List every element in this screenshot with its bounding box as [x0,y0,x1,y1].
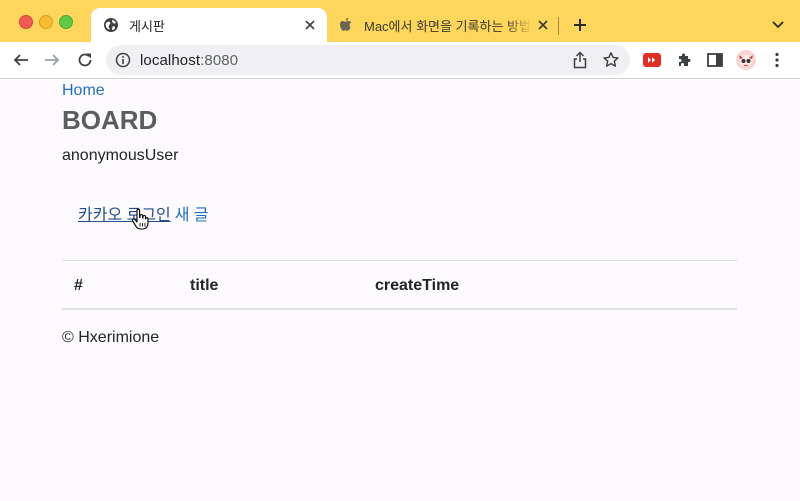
bookmark-star-icon[interactable] [602,51,620,69]
page-content: Home BOARD anonymousUser 카카오 로그인 새 글 # ti… [0,79,800,501]
column-header-number: # [74,277,83,294]
kakao-login-link[interactable]: 카카오 로그인 [78,207,171,224]
hand-cursor-icon [132,208,149,230]
url-text: localhost:8080 [140,52,238,69]
side-panel-icon[interactable] [705,50,725,70]
tab-search-button[interactable] [766,13,790,37]
tab-strip: 게시판 Mac에서 화면을 기록하는 방법 - Apple 지원 [0,0,800,42]
chevron-down-icon [772,21,784,29]
tab-title: 게시판 [129,18,165,34]
url-port: :8080 [200,52,239,69]
forward-button[interactable] [38,46,66,74]
info-icon[interactable] [115,52,131,68]
back-button[interactable] [7,46,35,74]
reload-icon [78,53,92,67]
close-tab-icon[interactable] [532,14,554,36]
tab-title: Mac에서 화면을 기록하는 방법 - Apple 지원 [364,18,532,34]
page-title: BOARD [62,105,158,135]
youtube-extension-icon[interactable] [642,50,662,70]
close-window-button[interactable] [19,15,33,29]
extensions-puzzle-icon[interactable] [674,50,694,70]
browser-toolbar: localhost:8080 [0,42,800,79]
column-header-create-time: createTime [375,277,460,294]
column-header-title: title [190,277,219,294]
footer-copyright: © Hxerimione [62,329,160,346]
minimize-window-button[interactable] [39,15,53,29]
arrow-right-icon [45,54,60,66]
board-table: # title createTime [62,260,737,310]
arrow-left-icon [13,54,28,66]
current-user: anonymousUser [62,147,179,164]
new-tab-button[interactable] [568,13,592,37]
address-bar[interactable]: localhost:8080 [106,45,630,75]
tab-separator [558,17,559,35]
globe-icon [103,17,119,33]
tab-apple-support[interactable]: Mac에서 화면을 기록하는 방법 - Apple 지원 [328,8,560,42]
menu-kebab-icon[interactable] [767,50,787,70]
zoom-window-button[interactable] [59,15,73,29]
close-tab-icon[interactable] [299,14,321,36]
url-host: localhost [140,52,201,69]
share-icon[interactable] [571,51,589,69]
profile-avatar-icon[interactable] [736,50,756,70]
home-link[interactable]: Home [62,82,105,100]
plus-icon [574,19,586,31]
tab-board[interactable]: 게시판 [91,8,327,42]
new-post-link[interactable]: 새 글 [175,207,209,224]
reload-button[interactable] [71,46,99,74]
table-header: # title createTime [62,260,737,310]
apple-icon [338,17,354,33]
